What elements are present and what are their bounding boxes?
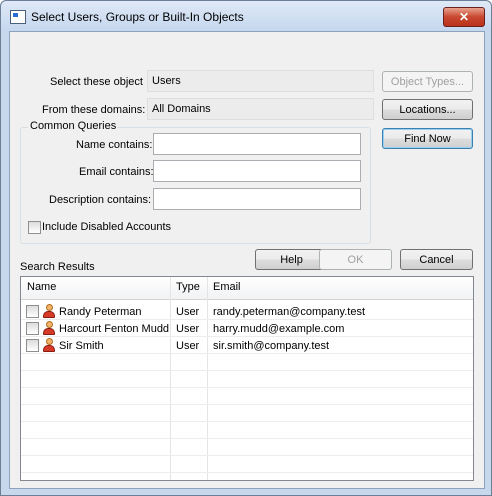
results-header: Name Type Email bbox=[21, 277, 473, 300]
column-header-type[interactable]: Type bbox=[176, 281, 200, 293]
dialog-window: Select Users, Groups or Built-In Objects… bbox=[0, 0, 492, 496]
window-title: Select Users, Groups or Built-In Objects bbox=[31, 10, 244, 24]
locations-button-label: Locations... bbox=[399, 104, 456, 116]
row-name[interactable]: Harcourt Fenton Mudd bbox=[59, 323, 169, 335]
column-header-name[interactable]: Name bbox=[27, 281, 56, 293]
user-icon bbox=[42, 304, 56, 318]
row-divider bbox=[21, 370, 473, 371]
dialog-app-icon bbox=[10, 10, 26, 24]
help-button-label: Help bbox=[280, 254, 303, 266]
row-type: User bbox=[176, 340, 200, 352]
include-disabled-label[interactable]: Include Disabled Accounts bbox=[42, 221, 171, 233]
row-divider bbox=[21, 353, 473, 354]
name-contains-label: Name contains: bbox=[76, 139, 153, 151]
email-contains-input[interactable] bbox=[153, 160, 361, 182]
row-divider bbox=[21, 472, 473, 473]
cancel-button[interactable]: Cancel bbox=[400, 249, 473, 270]
description-contains-input[interactable] bbox=[153, 188, 361, 210]
close-icon: ✕ bbox=[458, 10, 470, 24]
row-name[interactable]: Sir Smith bbox=[59, 340, 104, 352]
row-divider bbox=[21, 438, 473, 439]
title-bar[interactable]: Select Users, Groups or Built-In Objects… bbox=[1, 1, 491, 31]
help-button[interactable]: Help bbox=[255, 249, 328, 270]
object-type-value: Users bbox=[147, 70, 374, 92]
row-divider bbox=[21, 455, 473, 456]
user-icon bbox=[42, 321, 56, 335]
row-type: User bbox=[176, 306, 200, 318]
column-divider[interactable] bbox=[170, 277, 171, 480]
description-contains-label: Description contains: bbox=[49, 194, 152, 206]
ok-button-label: OK bbox=[347, 254, 364, 266]
dialog-client-area: Select these object Users Object Types..… bbox=[9, 31, 485, 489]
column-header-email[interactable]: Email bbox=[213, 281, 241, 293]
name-contains-input[interactable] bbox=[153, 133, 361, 155]
domains-label: From these domains: bbox=[42, 104, 146, 116]
row-email: sir.smith@company.test bbox=[213, 340, 330, 352]
cancel-button-label: Cancel bbox=[419, 254, 454, 266]
object-type-label: Select these object bbox=[50, 76, 143, 88]
row-checkbox[interactable] bbox=[26, 305, 39, 318]
object-types-button[interactable]: Object Types... bbox=[382, 71, 473, 92]
row-divider bbox=[21, 336, 473, 337]
row-divider bbox=[21, 319, 473, 320]
search-results-label: Search Results bbox=[20, 261, 95, 273]
row-email: harry.mudd@example.com bbox=[213, 323, 345, 335]
search-results-list[interactable]: Name Type Email Randy Peterman User rand… bbox=[20, 276, 474, 481]
ok-button[interactable]: OK bbox=[319, 249, 392, 270]
common-queries-title: Common Queries bbox=[28, 120, 119, 132]
close-button[interactable]: ✕ bbox=[443, 7, 485, 27]
column-divider[interactable] bbox=[207, 277, 208, 480]
row-checkbox[interactable] bbox=[26, 339, 39, 352]
row-name[interactable]: Randy Peterman bbox=[59, 306, 142, 318]
find-now-button-label: Find Now bbox=[404, 133, 451, 145]
domains-value: All Domains bbox=[147, 98, 374, 120]
row-checkbox[interactable] bbox=[26, 322, 39, 335]
row-type: User bbox=[176, 323, 200, 335]
object-types-button-label: Object Types... bbox=[390, 76, 465, 88]
include-disabled-checkbox[interactable] bbox=[28, 221, 41, 234]
user-icon bbox=[42, 338, 56, 352]
locations-button[interactable]: Locations... bbox=[382, 99, 473, 120]
row-divider bbox=[21, 387, 473, 388]
find-now-button[interactable]: Find Now bbox=[382, 128, 473, 149]
row-divider bbox=[21, 421, 473, 422]
row-divider bbox=[21, 404, 473, 405]
row-email: randy.peterman@company.test bbox=[213, 306, 365, 318]
email-contains-label: Email contains: bbox=[79, 166, 154, 178]
